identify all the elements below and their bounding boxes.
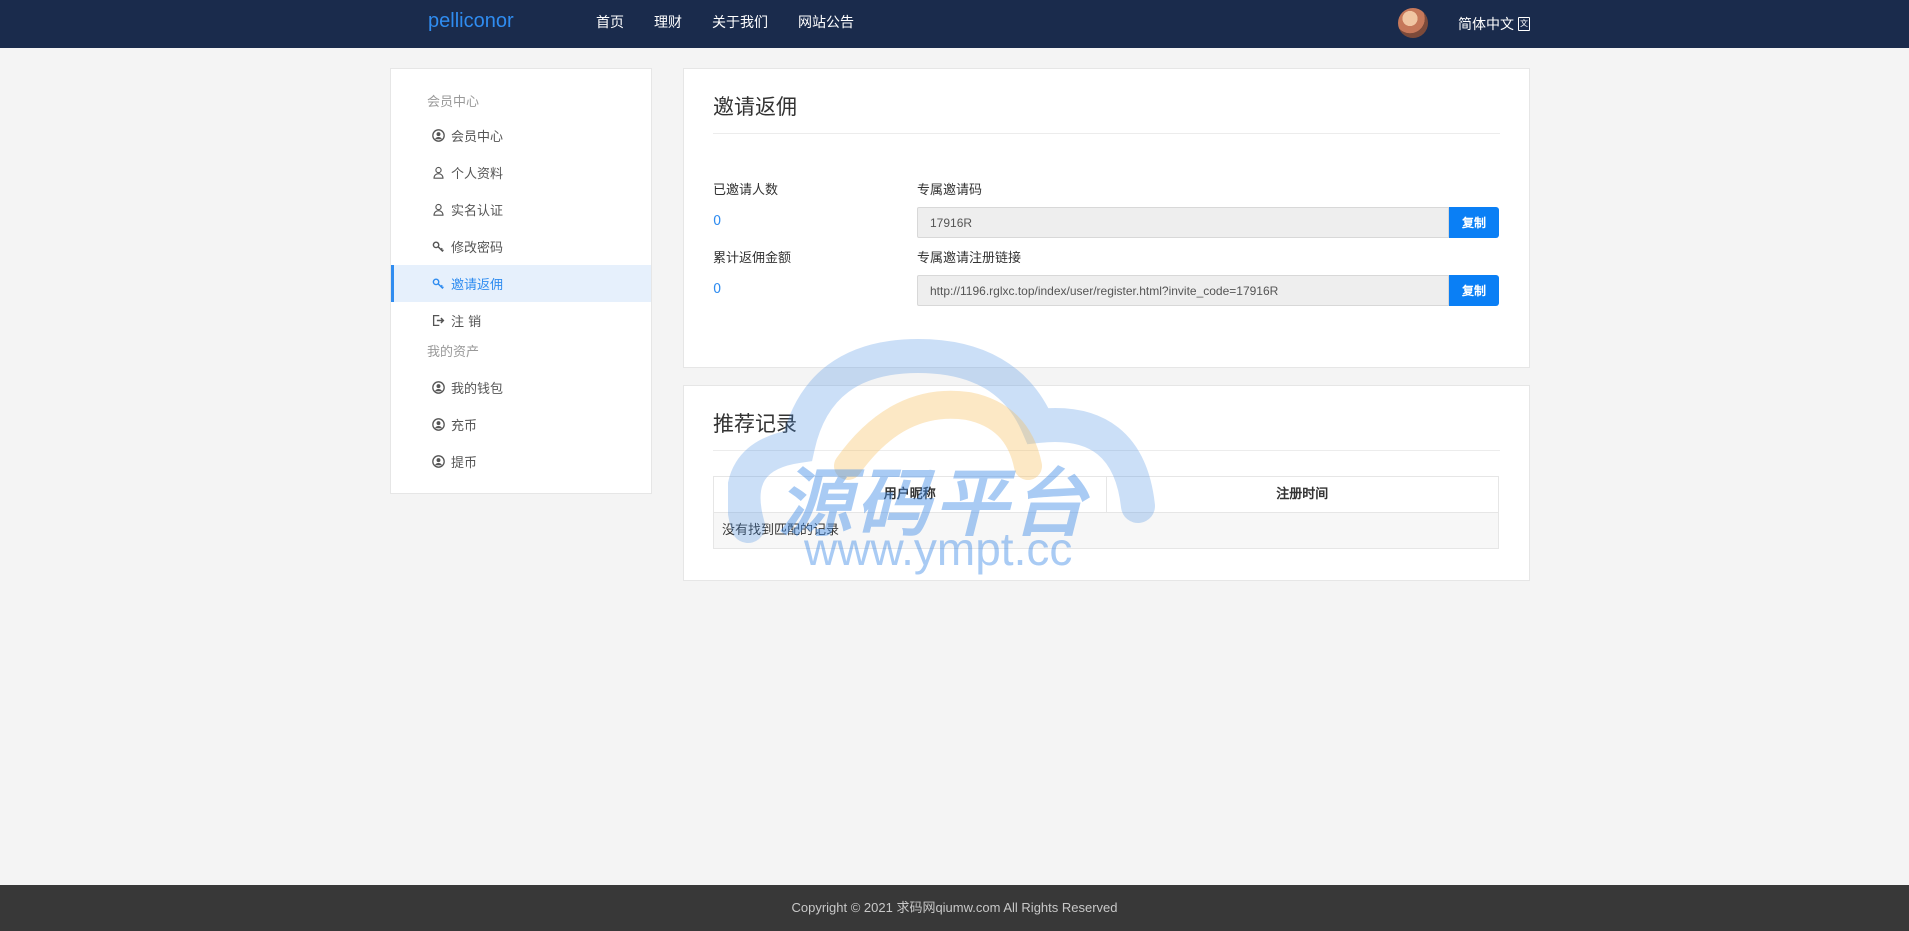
footer: Copyright © 2021 求码网qiumw.com All Rights… xyxy=(0,885,1909,931)
divider xyxy=(713,133,1500,134)
total-commission-value: 0 xyxy=(713,282,722,297)
language-switcher[interactable]: 简体中文 文 xyxy=(1458,14,1530,34)
nav-finance[interactable]: 理财 xyxy=(654,0,682,48)
total-commission-label: 累计返佣金额 xyxy=(713,251,792,266)
copyright-text: Copyright © 2021 求码网qiumw.com All Rights… xyxy=(791,900,1118,915)
sidebar-group-title-member: 会员中心 xyxy=(427,95,480,110)
top-navbar: pelliconor 首页 理财 关于我们 网站公告 简体中文 文 xyxy=(0,0,1909,48)
sidebar: 会员中心 会员中心 个人资料 实名认证 修改密码 邀请返佣 注 销 我的资产 我… xyxy=(390,68,652,494)
key-icon xyxy=(431,277,445,291)
sidebar-item-label: 修改密码 xyxy=(451,241,504,256)
user-icon xyxy=(431,203,445,217)
sidebar-item-label: 提币 xyxy=(451,456,478,471)
column-header-register-time[interactable]: 注册时间 xyxy=(1105,477,1499,512)
section-title: 推荐记录 xyxy=(713,412,797,436)
invite-code-label: 专属邀请码 xyxy=(917,183,983,198)
translate-icon: 文 xyxy=(1518,17,1530,31)
sidebar-item-logout[interactable]: 注 销 xyxy=(391,302,651,339)
nav-about[interactable]: 关于我们 xyxy=(712,0,768,48)
invite-panel: 邀请返佣 已邀请人数 0 累计返佣金额 0 专属邀请码 复制 专属邀请注册链接 … xyxy=(683,68,1530,368)
nav-announcements[interactable]: 网站公告 xyxy=(798,0,854,48)
brand-logo[interactable]: pelliconor xyxy=(428,10,514,33)
avatar[interactable] xyxy=(1398,8,1428,38)
language-label: 简体中文 xyxy=(1458,17,1514,33)
user-circle-icon xyxy=(431,455,445,469)
sidebar-item-label: 实名认证 xyxy=(451,204,504,219)
empty-row: 没有找到匹配的记录 xyxy=(714,513,1498,548)
sidebar-item-wallet[interactable]: 我的钱包 xyxy=(391,369,651,406)
invite-link-group: 复制 xyxy=(917,275,1499,306)
invited-count-value: 0 xyxy=(713,214,722,229)
page-title: 邀请返佣 xyxy=(713,95,797,119)
sign-out-icon xyxy=(431,314,445,328)
sidebar-item-verification[interactable]: 实名认证 xyxy=(391,191,651,228)
sidebar-group-title-assets: 我的资产 xyxy=(427,345,480,360)
invite-link-field[interactable] xyxy=(917,275,1449,306)
user-circle-icon xyxy=(431,381,445,395)
invite-link-label: 专属邀请注册链接 xyxy=(917,251,1022,266)
user-icon xyxy=(431,166,445,180)
invited-count-label: 已邀请人数 xyxy=(713,183,779,198)
user-circle-icon xyxy=(431,129,445,143)
records-panel: 推荐记录 用户昵称 注册时间 没有找到匹配的记录 xyxy=(683,385,1530,581)
key-icon xyxy=(431,240,445,254)
sidebar-item-label: 会员中心 xyxy=(451,130,504,145)
sidebar-item-label: 我的钱包 xyxy=(451,382,504,397)
sidebar-item-change-password[interactable]: 修改密码 xyxy=(391,228,651,265)
sidebar-item-deposit[interactable]: 充币 xyxy=(391,406,651,443)
sidebar-item-profile[interactable]: 个人资料 xyxy=(391,154,651,191)
sidebar-item-invite-commission[interactable]: 邀请返佣 xyxy=(391,265,651,302)
sidebar-item-label: 注 销 xyxy=(451,315,482,330)
copy-link-button[interactable]: 复制 xyxy=(1449,275,1499,306)
sidebar-item-label: 邀请返佣 xyxy=(451,278,504,293)
invite-code-group: 复制 xyxy=(917,207,1499,238)
sidebar-item-withdraw[interactable]: 提币 xyxy=(391,443,651,480)
records-table: 用户昵称 注册时间 没有找到匹配的记录 xyxy=(713,476,1499,549)
nav-home[interactable]: 首页 xyxy=(596,0,624,48)
sidebar-item-label: 个人资料 xyxy=(451,167,504,182)
table-header: 用户昵称 注册时间 xyxy=(714,477,1498,513)
main-nav: 首页 理财 关于我们 网站公告 xyxy=(596,0,884,48)
sidebar-item-member-center[interactable]: 会员中心 xyxy=(391,117,651,154)
divider xyxy=(713,450,1500,451)
column-header-nickname[interactable]: 用户昵称 xyxy=(714,477,1106,512)
sidebar-item-label: 充币 xyxy=(451,419,478,434)
copy-code-button[interactable]: 复制 xyxy=(1449,207,1499,238)
user-circle-icon xyxy=(431,418,445,432)
invite-code-field[interactable] xyxy=(917,207,1449,238)
